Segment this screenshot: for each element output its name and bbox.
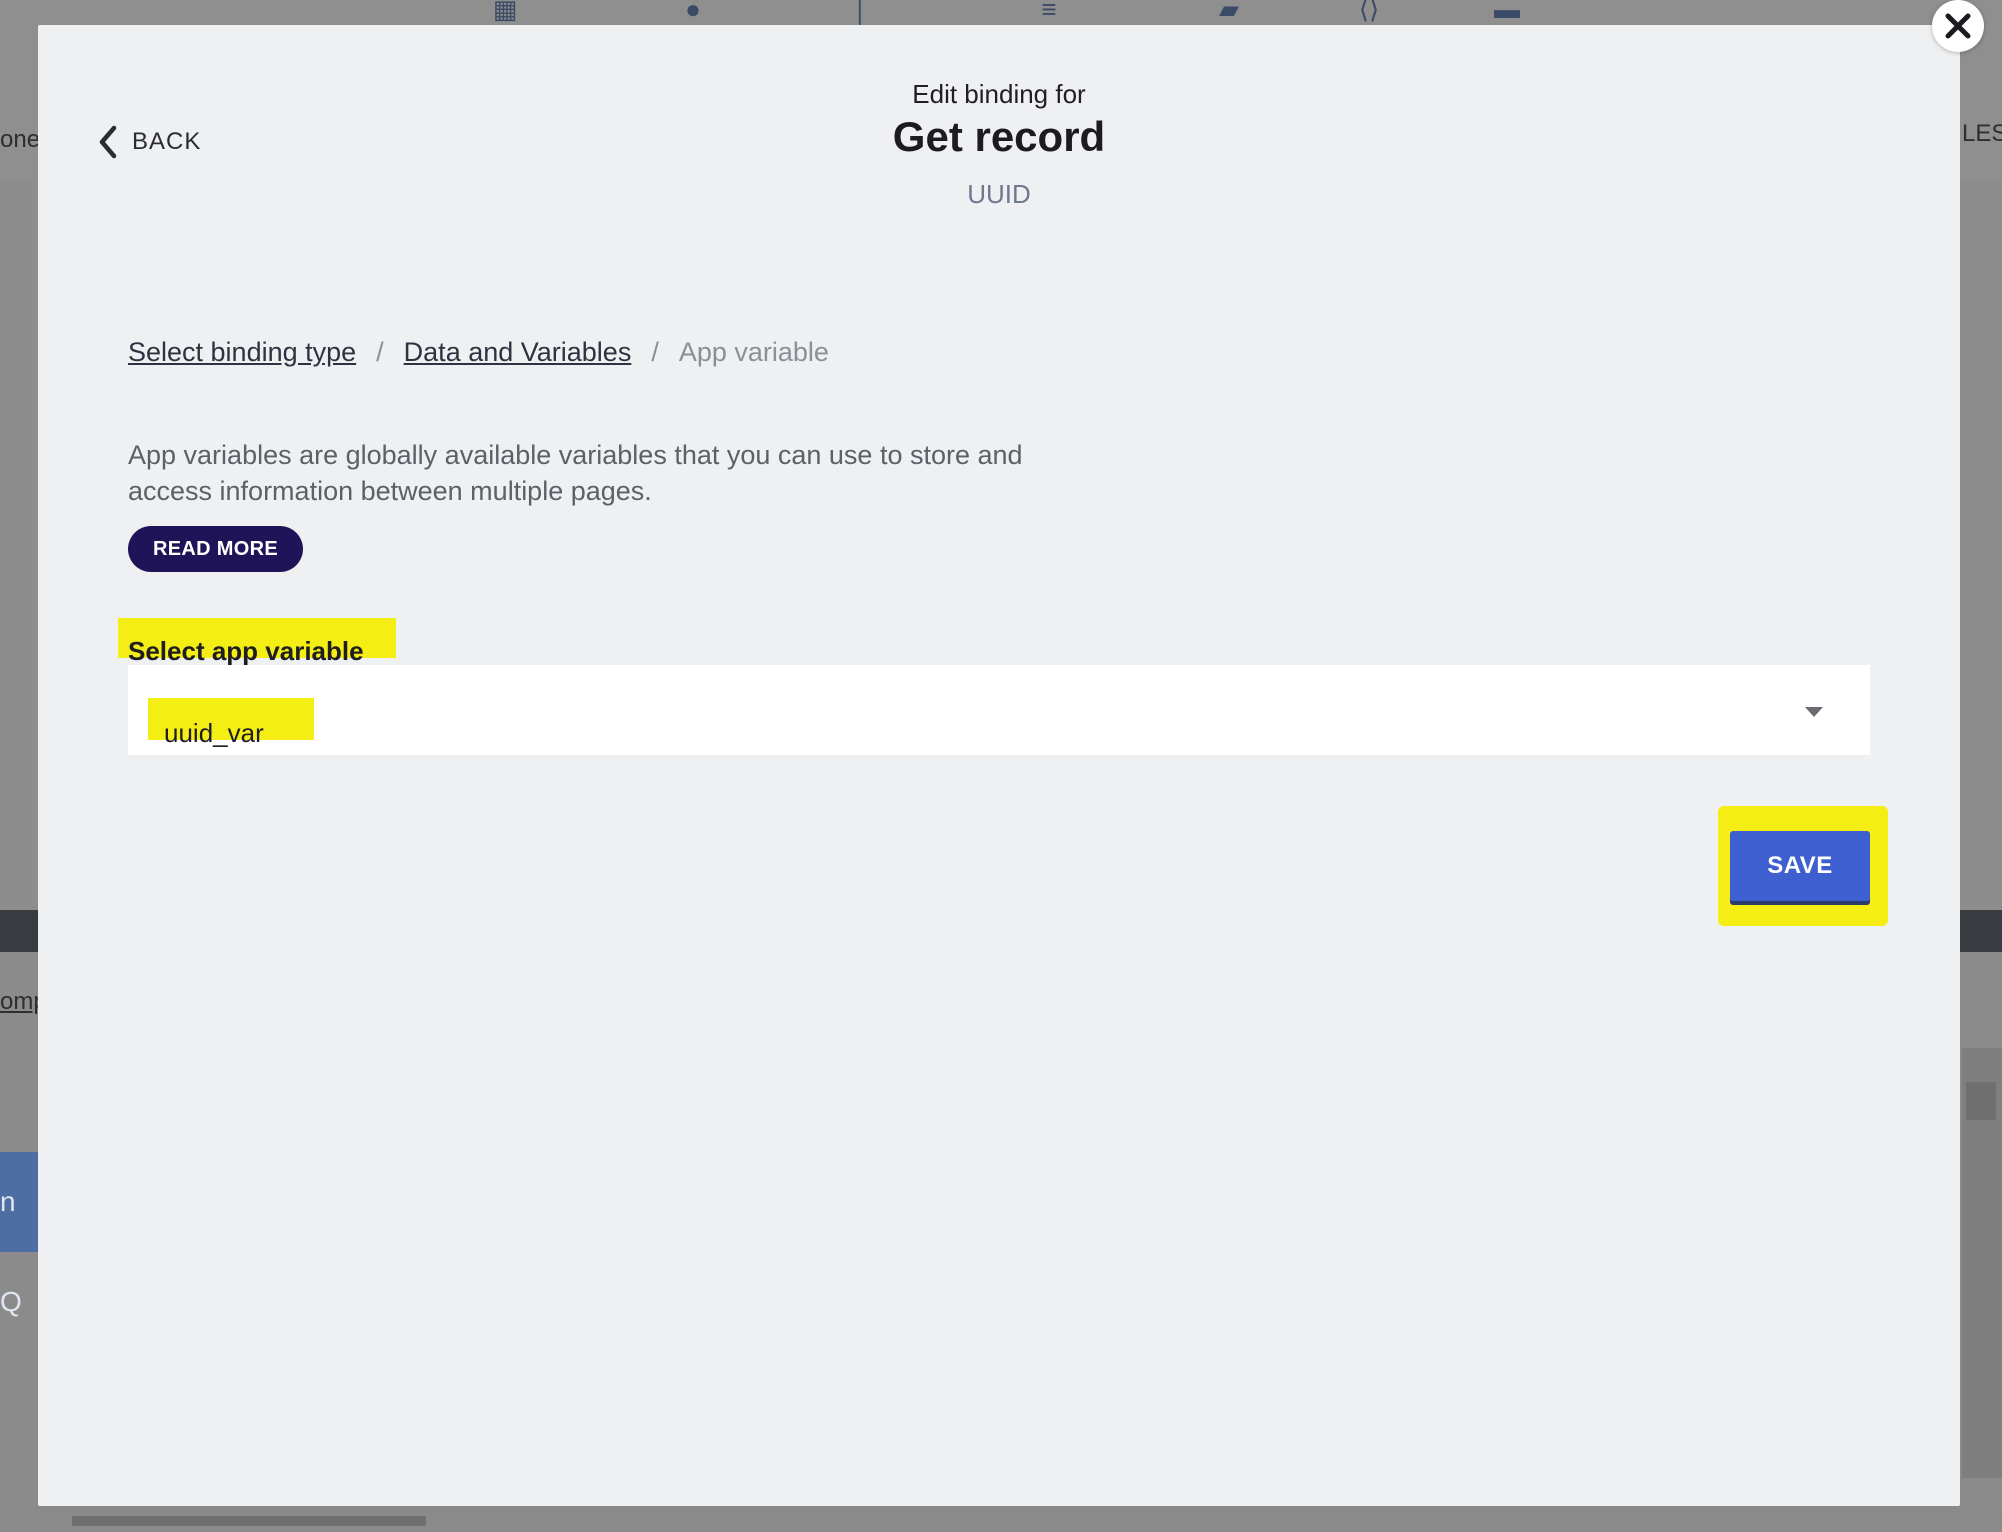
pen-icon: │	[852, 0, 870, 24]
folder-icon: ▰	[1219, 0, 1239, 24]
close-icon	[1945, 13, 1971, 39]
upload-icon: ●	[685, 0, 701, 24]
description-text: App variables are globally available var…	[128, 440, 1023, 506]
close-button[interactable]	[1932, 0, 1984, 52]
page-subtitle: UUID	[967, 179, 1031, 209]
breadcrumb-data-and-variables[interactable]: Data and Variables	[404, 337, 632, 368]
background-scrollbar-thumb	[1966, 1082, 1996, 1120]
app-variable-select[interactable]	[128, 665, 1870, 755]
breadcrumb-app-variable: App variable	[678, 337, 829, 367]
comment-icon: ▬	[1494, 0, 1520, 24]
background-bottom-thumb	[72, 1516, 426, 1526]
background-blue-box: n Q	[0, 1152, 40, 1317]
background-bottom-bar	[0, 1506, 2002, 1532]
select-value: uuid_var	[164, 718, 264, 748]
code-icon: ⟨⟩	[1358, 0, 1380, 24]
dropdown-arrow-icon[interactable]	[1805, 707, 1823, 717]
edit-binding-modal: BACK Edit binding for Get record UUID Se…	[38, 25, 1960, 1506]
edit-binding-heading: Edit binding for	[912, 79, 1086, 109]
background-blue-box-text: n Q	[0, 1186, 22, 1317]
read-more-button[interactable]: READ MORE	[128, 526, 303, 572]
page-title: Get record	[892, 113, 1106, 160]
background-side-text-left: one	[0, 126, 41, 153]
breadcrumb-separator: /	[651, 337, 659, 367]
breadcrumb-separator: /	[376, 337, 384, 367]
calendar-icon: ▦	[492, 0, 518, 24]
background-side-text-right: LES	[1962, 120, 2002, 147]
list-icon: ≡	[1041, 0, 1057, 24]
select-app-variable-label: Select app variable	[128, 636, 364, 666]
breadcrumb-select-binding-type[interactable]: Select binding type	[128, 337, 356, 368]
breadcrumb: Select binding type / Data and Variables…	[128, 337, 829, 368]
save-button[interactable]: SAVE	[1730, 831, 1870, 901]
